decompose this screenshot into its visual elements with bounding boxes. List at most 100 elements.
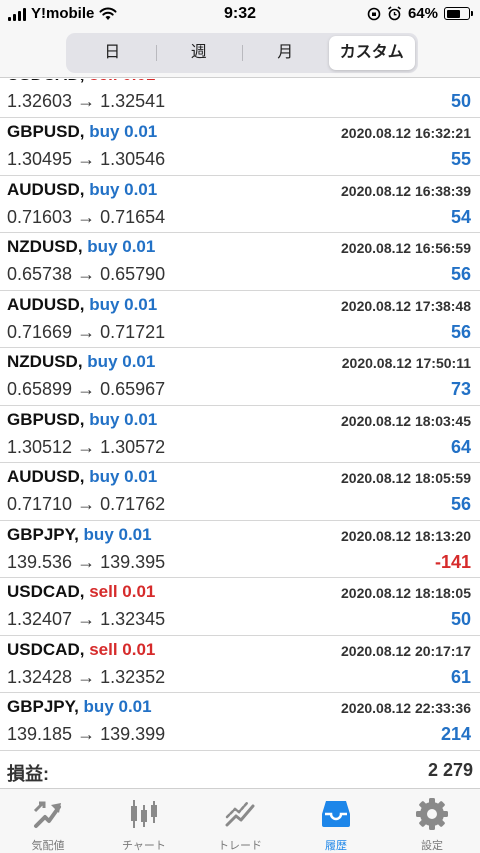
trade-prices: 0.71710 → 0.71762 — [7, 494, 166, 514]
trade-profit: 56 — [450, 321, 471, 342]
trade-side: buy 0.01 — [83, 524, 152, 544]
trade-row[interactable]: NZDUSD, buy 0.01 2020.08.12 16:56:59 0.657… — [0, 233, 480, 291]
quotes-icon — [33, 801, 61, 828]
trade-side: sell 0.01 — [89, 582, 156, 601]
trade-symbol: USDCAD, — [7, 639, 85, 659]
trade-row[interactable]: GBPUSD, buy 0.01 2020.08.12 18:03:45 1.305… — [0, 406, 480, 463]
tab-settings[interactable]: 設定 — [384, 789, 480, 853]
trade-title: GBPUSD, buy 0.01 — [7, 122, 157, 142]
trade-row[interactable]: NZDUSD, buy 0.01 2020.08.12 17:50:11 0.658… — [0, 348, 480, 406]
trade-prices: 0.71603 → 0.71654 — [7, 206, 166, 227]
trade-prices: 1.32428 → 1.32352 — [7, 666, 166, 687]
trade-row[interactable]: USDCAD, sell 0.01 2020.08.12 18:18:05 1.32… — [0, 578, 480, 636]
trade-time: 2020.08.12 17:50:11 — [341, 355, 471, 371]
trade-history-list[interactable]: USDCAD, sell 0.01 1.32603 → 1.32541 50 GBPU… — [0, 79, 480, 755]
trade-title: USDCAD, sell 0.01 — [7, 582, 155, 602]
status-bar: Y!mobile 9:32 64% — [0, 0, 480, 28]
trade-profit: 55 — [450, 149, 471, 169]
trade-profit: 56 — [450, 494, 471, 514]
trade-time: 2020.08.12 20:17:17 — [341, 642, 471, 659]
trade-side: buy 0.01 — [83, 697, 152, 716]
trade-prices: 1.30512 → 1.30572 — [7, 436, 166, 457]
trade-symbol: USDCAD, — [7, 582, 85, 601]
battery-level — [446, 9, 460, 18]
trade-side: buy 0.01 — [87, 352, 156, 371]
battery-percent: 64% — [407, 5, 438, 22]
trade-title: NZDUSD, buy 0.01 — [7, 352, 155, 372]
trade-symbol: GBPJPY, — [7, 524, 79, 544]
trade-profit: 56 — [450, 264, 471, 284]
trade-title: NZDUSD, buy 0.01 — [7, 237, 155, 257]
trade-row[interactable]: GBPJPY, buy 0.01 2020.08.12 18:13:20 139.5… — [0, 521, 480, 578]
trade-symbol: NZDUSD, — [7, 352, 83, 371]
profit-total-label: 損益: — [7, 764, 49, 784]
status-right: 64% — [367, 5, 473, 22]
trade-title: GBPJPY, buy 0.01 — [7, 697, 152, 717]
trade-title: USDCAD, sell 0.01 — [7, 79, 155, 85]
trade-row[interactable]: USDCAD, sell 0.01 2020.08.12 20:17:17 1.32… — [0, 636, 480, 693]
trade-row[interactable]: USDCAD, sell 0.01 1.32603 → 1.32541 50 — [0, 79, 480, 118]
tab-trade[interactable]: トレード — [192, 789, 288, 853]
trade-symbol: USDCAD, — [7, 79, 84, 84]
trade-prices: 1.30495 → 1.30546 — [7, 149, 166, 169]
segment-month[interactable]: 月 — [242, 36, 329, 70]
trade-symbol: AUDUSD, — [7, 179, 85, 199]
trade-symbol: GBPJPY, — [7, 697, 79, 716]
trade-side: buy 0.01 — [89, 467, 158, 486]
trade-profit: 50 — [450, 609, 471, 629]
trade-icon — [225, 801, 255, 827]
trade-profit: 61 — [450, 666, 471, 687]
trade-title: AUDUSD, buy 0.01 — [7, 467, 157, 487]
trade-time: 2020.08.12 17:38:48 — [341, 297, 471, 314]
trade-symbol: GBPUSD, — [7, 409, 85, 429]
orientation-lock-icon — [367, 7, 381, 20]
trade-title: GBPJPY, buy 0.01 — [7, 525, 152, 545]
history-icon — [322, 801, 350, 827]
trade-side: buy 0.01 — [89, 122, 158, 141]
tab-chart[interactable]: チャート — [96, 789, 192, 853]
trade-profit: 54 — [450, 206, 471, 227]
trade-side: buy 0.01 — [89, 409, 158, 429]
trade-symbol: AUDUSD, — [7, 467, 85, 486]
trade-time: 2020.08.12 22:33:36 — [341, 700, 471, 716]
chart-icon — [131, 800, 157, 828]
trade-prices: 1.32603 → 1.32541 — [7, 91, 166, 111]
tab-chart-label: チャート — [122, 840, 166, 852]
trade-prices: 139.185 → 139.399 — [7, 724, 166, 744]
trade-side: buy 0.01 — [87, 237, 156, 256]
trade-row[interactable]: GBPJPY, buy 0.01 2020.08.12 22:33:36 139.1… — [0, 693, 480, 751]
trade-title: GBPUSD, buy 0.01 — [7, 410, 157, 430]
trade-time: 2020.08.12 18:18:05 — [341, 585, 471, 601]
trade-title: AUDUSD, buy 0.01 — [7, 180, 157, 200]
tab-quotes-label: 気配値 — [31, 840, 65, 852]
tab-history[interactable]: 履歴 — [288, 789, 384, 853]
trade-side: buy 0.01 — [89, 294, 158, 314]
trade-prices: 139.536 → 139.395 — [7, 551, 166, 572]
trade-prices: 0.71669 → 0.71721 — [7, 321, 166, 342]
trade-profit: 73 — [450, 379, 471, 399]
trade-row[interactable]: GBPUSD, buy 0.01 2020.08.12 16:32:21 1.304… — [0, 118, 480, 176]
history-header: 日 週 月 カスタム — [0, 28, 480, 78]
trade-prices: 0.65738 → 0.65790 — [7, 264, 166, 284]
tab-quotes[interactable]: 気配値 — [0, 789, 96, 853]
trade-side: sell 0.01 — [89, 639, 156, 659]
trade-row[interactable]: AUDUSD, buy 0.01 2020.08.12 16:38:39 0.716… — [0, 176, 480, 233]
tab-history-label: 履歴 — [325, 840, 347, 852]
profit-total-row: 損益: 2 279 — [7, 760, 473, 786]
trade-prices: 1.32407 → 1.32345 — [7, 609, 166, 629]
tab-trade-label: トレード — [218, 840, 262, 852]
trade-row[interactable]: AUDUSD, buy 0.01 2020.08.12 18:05:59 0.717… — [0, 463, 480, 521]
trade-row[interactable]: AUDUSD, buy 0.01 2020.08.12 17:38:48 0.716… — [0, 291, 480, 348]
period-segmented-control: 日 週 月 カスタム — [66, 33, 418, 73]
segment-custom[interactable]: カスタム — [328, 36, 415, 70]
segment-week[interactable]: 週 — [155, 36, 243, 70]
trade-symbol: NZDUSD, — [7, 237, 83, 256]
settings-icon — [416, 798, 448, 830]
segment-day[interactable]: 日 — [69, 36, 156, 70]
trade-title: AUDUSD, buy 0.01 — [7, 295, 157, 315]
trade-time: 2020.08.12 18:05:59 — [341, 470, 471, 486]
trade-profit: -141 — [434, 551, 471, 572]
trade-side: buy 0.01 — [89, 179, 158, 199]
trade-profit: 50 — [450, 91, 471, 111]
trade-profit: 64 — [450, 436, 471, 457]
